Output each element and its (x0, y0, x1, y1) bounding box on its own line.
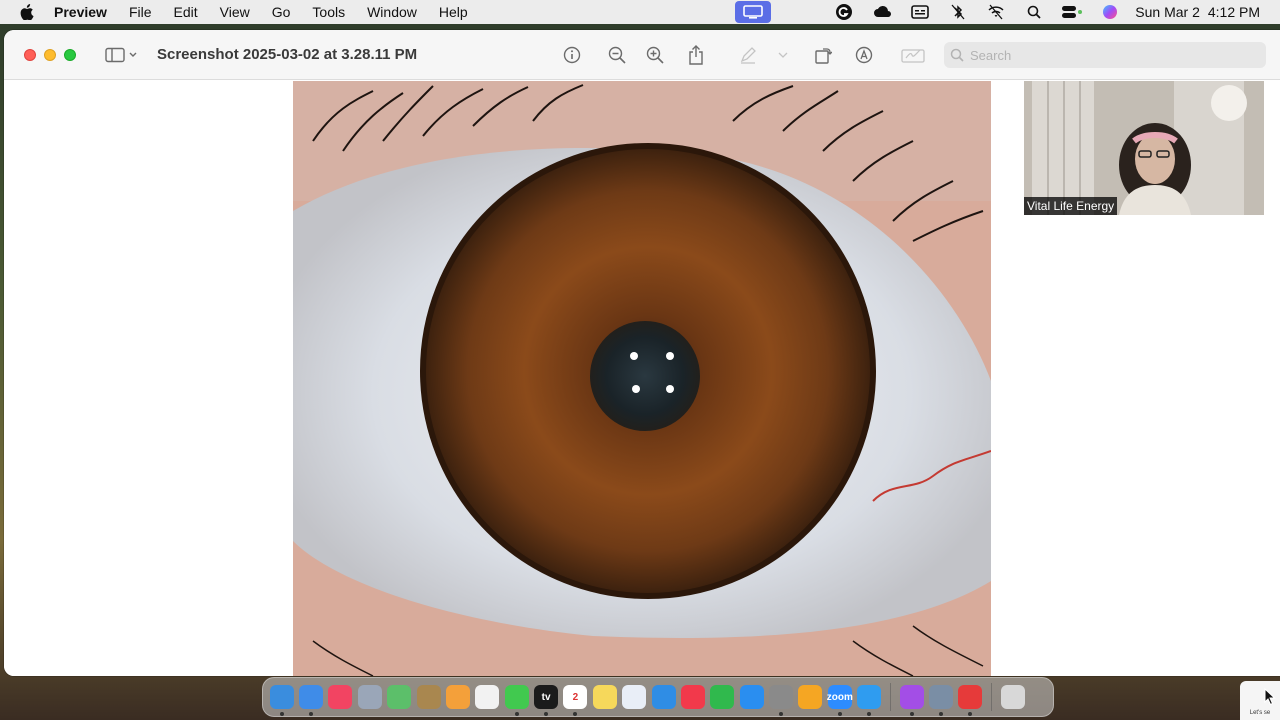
search-icon (950, 48, 964, 62)
running-indicator (909, 712, 914, 716)
participant-name-label: Vital Life Energy (1024, 197, 1118, 215)
search-input[interactable] (970, 47, 1250, 63)
close-window-button[interactable] (24, 49, 36, 61)
spotlight-search-icon[interactable] (1023, 3, 1045, 21)
share-icon[interactable] (685, 44, 707, 66)
info-icon[interactable] (561, 44, 583, 66)
running-indicator (573, 712, 578, 716)
menu-window[interactable]: Window (367, 4, 417, 20)
dock-separator (889, 683, 891, 711)
dock-zoom-icon[interactable]: zoom (826, 685, 853, 716)
rotate-icon[interactable] (812, 44, 834, 66)
menu-bar: Preview File Edit View Go Tools Window H… (0, 0, 1280, 24)
menu-clock[interactable]: Sun Mar 2 4:12 PM (1135, 4, 1260, 20)
menu-view[interactable]: View (220, 4, 250, 20)
dock-pages-icon[interactable] (798, 685, 823, 709)
dock-mail-icon[interactable] (299, 685, 324, 716)
creative-cloud-icon[interactable] (871, 3, 893, 21)
running-indicator (938, 712, 943, 716)
document-title[interactable]: Screenshot 2025-03-02 at 3.28.11 PM (157, 46, 417, 63)
eye-photo (293, 81, 991, 676)
dock: tv 2 zoom (262, 677, 1054, 717)
running-indicator (279, 712, 284, 716)
signature-icon[interactable] (900, 44, 926, 66)
dock-safari-icon[interactable] (857, 685, 882, 716)
sidebar-toggle-button[interactable] (104, 44, 140, 66)
wifi-off-icon[interactable] (985, 3, 1007, 21)
markup-toolbar-icon[interactable] (853, 44, 875, 66)
apple-menu-icon[interactable] (20, 4, 36, 20)
running-indicator (514, 712, 519, 716)
running-indicator (867, 712, 872, 716)
dock-notes-brown-icon[interactable] (416, 685, 441, 709)
dock-system-settings-icon[interactable] (769, 685, 794, 716)
dock-messages-icon[interactable] (504, 685, 529, 716)
dock-finder-icon[interactable] (269, 685, 294, 716)
menu-tools[interactable]: Tools (312, 4, 345, 20)
corner-note-text: Let's se (1249, 710, 1271, 716)
zoom-out-icon[interactable] (606, 44, 628, 66)
dock-photos-icon[interactable] (445, 685, 470, 709)
mouse-pointer-icon (1264, 688, 1276, 706)
participant-video-icon (1024, 81, 1264, 215)
preview-window: Screenshot 2025-03-02 at 3.28.11 PM Sear… (4, 30, 1280, 676)
caption-icon[interactable] (909, 3, 931, 21)
dock-preview-icon[interactable] (928, 685, 953, 716)
siri-icon[interactable] (1099, 3, 1121, 21)
menu-go[interactable]: Go (272, 4, 291, 20)
dock-news-icon[interactable] (680, 685, 705, 709)
dock-freeform-icon[interactable] (622, 685, 647, 709)
menu-file[interactable]: File (129, 4, 152, 20)
screen-share-icon[interactable] (735, 1, 772, 23)
zoom-window-button[interactable] (64, 49, 76, 61)
running-indicator (544, 712, 549, 716)
dock-maps-icon[interactable] (387, 685, 412, 709)
dock-reminders-icon[interactable] (475, 685, 500, 709)
dock-app-store-icon[interactable] (739, 685, 764, 709)
dock-numbers-icon[interactable] (710, 685, 735, 709)
dock-podcasts-icon[interactable] (899, 685, 924, 716)
dock-separator (991, 683, 992, 711)
dock-notes-icon[interactable] (592, 685, 617, 709)
video-call-thumbnail[interactable]: Vital Life Energy (1024, 81, 1264, 215)
dock-keynote-icon[interactable] (651, 685, 676, 709)
control-center-icon[interactable] (1061, 3, 1083, 21)
bluetooth-off-icon[interactable] (947, 3, 969, 21)
clock-time: 4:12 PM (1207, 4, 1260, 20)
dock-apple-tv-icon[interactable]: tv (534, 685, 559, 716)
grammarly-icon[interactable] (833, 3, 855, 21)
search-field[interactable] (944, 42, 1266, 68)
menu-app-preview[interactable]: Preview (54, 4, 107, 20)
dock-apple-tv-label: tv (541, 691, 551, 703)
dock-music-icon[interactable] (328, 685, 353, 709)
running-indicator (968, 712, 973, 716)
markup-chevron-down-icon[interactable] (776, 44, 790, 66)
running-indicator (837, 712, 842, 716)
zoom-in-icon[interactable] (644, 44, 666, 66)
dock-calendar-icon[interactable]: 2 (563, 685, 588, 716)
menu-help[interactable]: Help (439, 4, 468, 20)
running-indicator (779, 712, 784, 716)
window-toolbar: Screenshot 2025-03-02 at 3.28.11 PM (4, 30, 1280, 80)
dock-calendar-label: 2 (572, 691, 579, 703)
document-canvas[interactable]: Vital Life Energy (4, 81, 1280, 676)
markup-pen-icon[interactable] (737, 44, 759, 66)
dock-trash-icon[interactable] (1000, 685, 1025, 709)
dock-zoom-label: zoom (826, 691, 853, 703)
clock-day: Sun Mar 2 (1135, 4, 1200, 20)
menu-edit[interactable]: Edit (174, 4, 198, 20)
dock-acrobat-icon[interactable] (958, 685, 983, 716)
dock-launchpad-icon[interactable] (357, 685, 382, 709)
running-indicator (309, 712, 314, 716)
minimize-window-button[interactable] (44, 49, 56, 61)
